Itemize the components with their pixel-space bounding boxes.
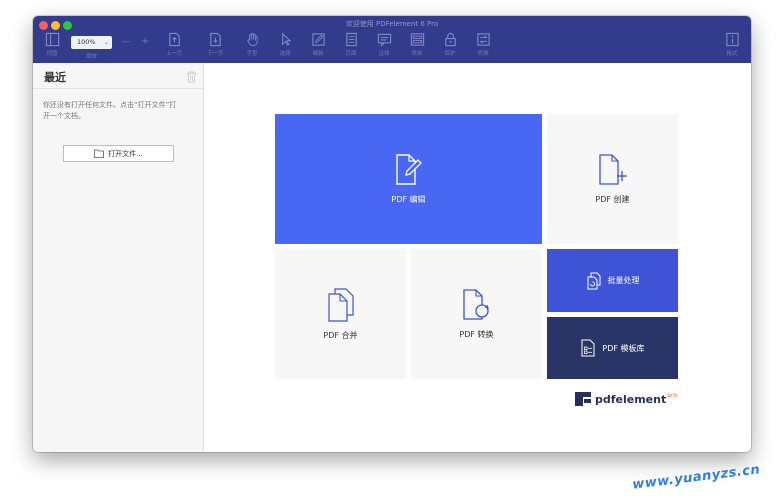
form-icon — [410, 33, 424, 46]
edit-document-icon — [395, 153, 422, 185]
toolbar-select-button[interactable]: 选择 — [270, 32, 300, 61]
open-file-button[interactable]: 打开文件... — [63, 145, 174, 162]
trash-icon[interactable] — [186, 71, 197, 83]
pdf-merge-tile[interactable]: PDF 合并 — [275, 249, 406, 379]
brand-logo: pdfelement pro — [575, 392, 677, 406]
select-icon — [281, 32, 291, 46]
folder-icon — [94, 149, 105, 158]
pdf-edit-tile[interactable]: PDF 编辑 — [275, 114, 542, 244]
toolbar-comment-button[interactable]: 注释 — [369, 32, 399, 61]
lock-icon — [444, 32, 456, 47]
batch-process-tile[interactable]: 批量处理 — [547, 249, 678, 312]
toolbar-protect-button[interactable]: 保护 — [435, 32, 465, 61]
info-icon — [725, 32, 739, 47]
sidebar-divider — [33, 88, 204, 89]
view-icon — [45, 32, 59, 47]
merge-documents-icon — [327, 287, 354, 322]
pdf-convert-label: PDF 转换 — [459, 329, 494, 339]
zoom-label: 缩放 — [85, 54, 97, 60]
batch-process-label: 批量处理 — [607, 276, 640, 285]
toolbar-edit-button[interactable]: 编辑 — [303, 32, 333, 61]
zoom-out-button[interactable]: — — [122, 37, 131, 47]
toolbar-format-button[interactable]: 格式 — [717, 32, 747, 61]
recent-sidebar: 最近 你还没有打开任何文件。点击“打开文件”打开一个文档。 打开文件... — [33, 63, 204, 452]
pdf-edit-label: PDF 编辑 — [391, 194, 426, 204]
next-page-icon — [209, 32, 221, 47]
pdf-merge-label: PDF 合并 — [323, 330, 358, 340]
convert-document-icon — [462, 288, 489, 320]
toolbar-next-page-button[interactable]: 下一页 — [200, 32, 230, 61]
toolbar-view-button[interactable]: 视图 — [37, 32, 67, 61]
create-document-icon — [598, 153, 627, 185]
pdfelement-logo-icon — [575, 392, 591, 406]
prev-page-icon — [168, 32, 180, 47]
toolbar: 欢迎使用 PDFelement 6 Pro 视图 100% ⌄ 缩放 — + 上… — [33, 16, 751, 63]
watermark-text: www.yuanyzs.cn — [631, 462, 762, 493]
page-icon — [345, 32, 357, 47]
pdf-create-label: PDF 创建 — [595, 194, 630, 204]
template-icon — [581, 339, 595, 357]
sidebar-title: 最近 — [44, 71, 66, 84]
hand-icon — [246, 32, 258, 47]
pdf-template-tile[interactable]: PDF 模板库 — [547, 317, 678, 379]
toolbar-convert-button[interactable]: 转换 — [468, 32, 498, 61]
window-title: 欢迎使用 PDFelement 6 Pro — [345, 20, 439, 28]
pdf-convert-tile[interactable]: PDF 转换 — [411, 249, 542, 379]
empty-recent-message: 你还没有打开任何文件。点击“打开文件”打开一个文档。 — [43, 101, 177, 120]
brand-suffix: pro — [667, 391, 678, 399]
app-window: 欢迎使用 PDFelement 6 Pro 视图 100% ⌄ 缩放 — + 上… — [33, 16, 751, 452]
pdf-template-label: PDF 模板库 — [602, 343, 645, 353]
convert-icon — [476, 33, 490, 46]
open-file-label: 打开文件... — [108, 149, 143, 158]
edit-icon — [311, 33, 325, 46]
batch-icon — [587, 272, 600, 289]
toolbar-page-button[interactable]: 页面 — [336, 32, 366, 61]
comment-icon — [377, 33, 391, 47]
toolbar-form-button[interactable]: 表单 — [402, 32, 432, 61]
toolbar-prev-page-button[interactable]: 上一页 — [159, 32, 189, 61]
chevron-down-icon: ⌄ — [103, 39, 109, 46]
pdf-create-tile[interactable]: PDF 创建 — [547, 114, 678, 244]
main-area: PDF 编辑 PDF 创建 PDF 合并 PDF 转换 批量处理 PDF 模板库… — [205, 63, 751, 452]
zoom-select[interactable]: 100% ⌄ — [71, 36, 112, 49]
toolbar-hand-button[interactable]: 手型 — [237, 32, 267, 61]
brand-name: pdfelement — [595, 392, 667, 406]
zoom-in-button[interactable]: + — [141, 36, 149, 47]
